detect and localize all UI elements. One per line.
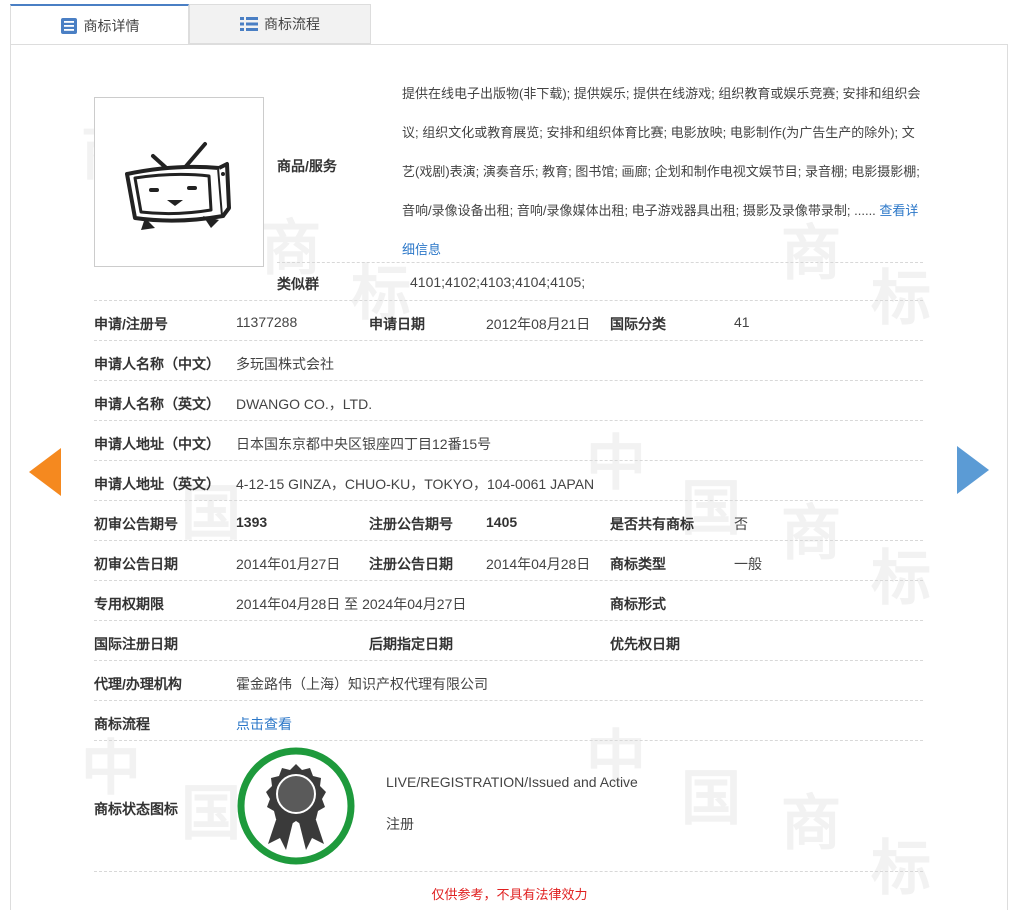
prelim-no-label: 初审公告期号 xyxy=(94,516,178,532)
watermark-char: 商 xyxy=(781,790,841,857)
reg-no-value: 1405 xyxy=(486,514,518,530)
tab-label: 商标详情 xyxy=(83,17,140,34)
prelim-date-label: 初审公告日期 xyxy=(94,556,178,572)
reg-no-label: 注册公告期号 xyxy=(369,516,453,532)
tm-form-label: 商标形式 xyxy=(610,596,666,612)
exclusive-label: 专用权期限 xyxy=(94,596,164,612)
watermark-char: 国 xyxy=(681,765,741,832)
priority-date-label: 优先权日期 xyxy=(610,636,680,652)
goods-label: 商品/服务 xyxy=(277,158,337,174)
divider xyxy=(94,500,923,501)
award-ribbon-icon xyxy=(237,747,355,865)
watermark-char: 商 xyxy=(781,500,841,567)
prelim-date-value: 2014年01月27日 xyxy=(236,556,341,572)
divider xyxy=(94,420,923,421)
applicant-cn-value: 多玩国株式会社 xyxy=(236,356,334,372)
app-date-value: 2012年08月21日 xyxy=(486,316,591,332)
disclaimer-footer: 仅供参考，不具有法律效力 xyxy=(431,887,588,902)
divider xyxy=(94,871,923,872)
divider xyxy=(94,740,923,741)
later-date-label: 后期指定日期 xyxy=(369,636,453,652)
similar-group-value: 4101;4102;4103;4104;4105; xyxy=(410,274,586,290)
status-text-cn: 注册 xyxy=(386,816,414,832)
address-cn-label: 申请人地址（中文） xyxy=(94,436,220,452)
agent-label: 代理/办理机构 xyxy=(94,676,182,692)
next-arrow-icon[interactable] xyxy=(957,446,989,494)
trademark-image xyxy=(94,97,264,267)
tab-bar: 商标详情 商标流程 xyxy=(10,4,371,45)
applicant-cn-label: 申请人名称（中文） xyxy=(94,356,220,372)
agent-value: 霍金路伟（上海）知识产权代理有限公司 xyxy=(236,676,488,692)
tm-type-value: 一般 xyxy=(734,556,762,572)
watermark-char: 标 xyxy=(871,545,931,612)
divider xyxy=(94,380,923,381)
previous-arrow-icon[interactable] xyxy=(29,448,61,496)
app-no-value: 11377288 xyxy=(236,314,298,330)
grid-list-icon xyxy=(240,16,258,32)
reg-date-value: 2014年04月28日 xyxy=(486,556,591,572)
tab-trademark-process[interactable]: 商标流程 xyxy=(189,4,371,44)
tab-label: 商标流程 xyxy=(264,16,320,32)
app-date-label: 申请日期 xyxy=(369,316,425,332)
status-icon-label: 商标状态图标 xyxy=(94,801,178,817)
reg-date-label: 注册公告日期 xyxy=(369,556,453,572)
app-no-label: 申请/注册号 xyxy=(94,316,168,332)
tab-trademark-details[interactable]: 商标详情 xyxy=(10,4,189,45)
document-list-icon xyxy=(60,17,78,35)
divider xyxy=(94,620,923,621)
similar-group-label: 类似群 xyxy=(277,276,319,292)
divider xyxy=(277,262,923,263)
applicant-en-value: DWANGO CO.，LTD. xyxy=(236,396,373,412)
address-en-label: 申请人地址（英文） xyxy=(94,476,220,492)
divider xyxy=(94,300,923,301)
tv-mascot-icon xyxy=(125,142,231,230)
status-text-en: LIVE/REGISTRATION/Issued and Active xyxy=(386,774,638,790)
shared-label: 是否共有商标 xyxy=(610,516,694,532)
divider xyxy=(94,460,923,461)
process-label: 商标流程 xyxy=(94,716,150,732)
applicant-en-label: 申请人名称（英文） xyxy=(94,396,220,412)
goods-list: 提供在线电子出版物(非下载); 提供娱乐; 提供在线游戏; 组织教育或娱乐竞赛;… xyxy=(402,86,921,218)
exclusive-value: 2014年04月28日 至 2024年04月27日 xyxy=(236,596,467,612)
divider xyxy=(94,540,923,541)
shared-value: 否 xyxy=(734,516,748,532)
address-cn-value: 日本国东京都中央区银座四丁目12番15号 xyxy=(236,436,492,452)
intl-reg-date-label: 国际注册日期 xyxy=(94,636,178,652)
tm-type-label: 商标类型 xyxy=(610,556,666,572)
process-link[interactable]: 点击查看 xyxy=(236,714,292,734)
divider xyxy=(94,340,923,341)
watermark-char: 国 xyxy=(181,780,241,847)
watermark-char: 中 xyxy=(586,430,646,497)
intl-class-label: 国际分类 xyxy=(610,316,666,332)
divider xyxy=(94,580,923,581)
registration-status-badge xyxy=(236,746,356,866)
divider xyxy=(94,700,923,701)
prelim-no-value: 1393 xyxy=(236,514,268,530)
divider xyxy=(94,660,923,661)
address-en-value: 4-12-15 GINZA，CHUO-KU，TOKYO，104-0061 JAP… xyxy=(236,476,595,492)
intl-class-value: 41 xyxy=(734,314,750,330)
goods-services-text: 提供在线电子出版物(非下载); 提供娱乐; 提供在线游戏; 组织教育或娱乐竞赛;… xyxy=(402,74,922,269)
